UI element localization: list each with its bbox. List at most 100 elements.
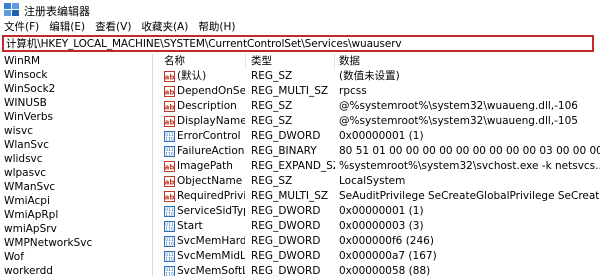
svg-text:ab: ab [165, 89, 175, 97]
menu-edit[interactable]: 编辑(E) [44, 20, 90, 34]
tree-item[interactable]: WMPNetworkSvc [4, 236, 92, 250]
table-row[interactable]: ab Description REG_SZ @%systemroot%\system3… [155, 99, 600, 114]
column-divider[interactable] [334, 54, 335, 69]
value-name: SvcMemSoftLi... [177, 265, 245, 276]
tree-item[interactable]: WlanSvc [4, 138, 49, 152]
tree-item[interactable]: wisvc [4, 124, 33, 138]
values-list-pane[interactable]: 名称 类型 数据 ab (默认) REG_SZ (数值未设置) ab DependOnSe… [155, 54, 600, 276]
svg-text:ab: ab [165, 179, 175, 187]
svg-text:ab: ab [165, 104, 175, 112]
tree-item[interactable]: WinRM [4, 54, 40, 68]
value-name: DisplayName [177, 115, 245, 127]
table-row[interactable]: 011110ServiceSidType REG_DWORD 0x00000001 … [155, 204, 600, 219]
string-value-icon: ab [164, 176, 175, 187]
string-value-icon: ab [164, 161, 175, 172]
svg-text:ab: ab [165, 119, 175, 127]
menu-help[interactable]: 帮助(H) [193, 20, 240, 34]
value-data: (数值未设置) [339, 70, 400, 82]
value-type: REG_SZ [251, 175, 293, 187]
table-row[interactable]: 011 110 Start REG_DWORD 0x00000003 (3) [155, 219, 600, 234]
table-row[interactable]: ab ImagePath REG_EXPAND_SZ %systemroot%\sys… [155, 159, 600, 174]
value-name: ImagePath [177, 160, 233, 172]
svg-text:ab: ab [165, 194, 175, 202]
address-bar[interactable]: 计算机\HKEY_LOCAL_MACHINE\SYSTEM\CurrentCon… [2, 35, 594, 52]
tree-item[interactable]: WManSvc [4, 180, 55, 194]
value-name: SvcMemMidLi... [177, 250, 245, 262]
registry-editor-icon [4, 3, 19, 16]
menu-favorites[interactable]: 收藏夹(A) [136, 20, 193, 34]
value-type: REG_BINARY [251, 145, 317, 157]
value-type: REG_MULTI_SZ [251, 190, 329, 202]
value-type: REG_DWORD [251, 220, 321, 232]
svg-text:110: 110 [165, 137, 174, 143]
string-value-icon: ab [164, 116, 175, 127]
tree-item[interactable]: WINUSB [4, 96, 47, 110]
value-data: 0x00000001 (1) [339, 205, 424, 217]
value-data: 0x000000f6 (246) [339, 235, 434, 247]
value-data: 0x000000a7 (167) [339, 250, 437, 262]
header-data[interactable]: 数据 [339, 55, 360, 68]
tree-item[interactable]: wmiApSrv [4, 222, 57, 236]
value-name: ObjectName [177, 175, 243, 187]
svg-text:ab: ab [165, 74, 175, 82]
address-path[interactable]: 计算机\HKEY_LOCAL_MACHINE\SYSTEM\CurrentCon… [6, 38, 402, 51]
value-type: REG_EXPAND_SZ [251, 160, 335, 172]
value-data: 0x00000001 (1) [339, 130, 424, 142]
svg-text:110: 110 [165, 227, 174, 233]
title-bar: 注册表编辑器 [0, 0, 600, 20]
tree-item[interactable]: Wof [4, 250, 24, 264]
value-name: SvcMemHardLi... [177, 235, 245, 247]
table-row[interactable]: 011 110 ErrorControl REG_DWORD 0x00000001 (1… [155, 129, 600, 144]
svg-text:110: 110 [165, 257, 174, 263]
value-data: @%systemroot%\system32\wuaueng.dll,-106 [339, 100, 578, 112]
value-name: ServiceSidType [177, 205, 245, 217]
tree-item[interactable]: WinSock2 [4, 82, 55, 96]
table-row[interactable]: ab (默认) REG_SZ (数值未设置) [155, 69, 600, 84]
menu-file[interactable]: 文件(F) [0, 20, 44, 34]
header-type[interactable]: 类型 [251, 55, 272, 68]
string-value-icon: ab [164, 101, 175, 112]
binary-value-icon: 011110 [164, 251, 175, 262]
binary-value-icon: 011110 [164, 221, 175, 232]
key-tree-pane[interactable]: WinRM Winsock WinSock2 WINUSB WinVerbs w… [0, 54, 153, 276]
svg-text:ab: ab [165, 164, 175, 172]
table-row[interactable]: 011110SvcMemMidLi... REG_DWORD 0x000000a7 … [155, 249, 600, 264]
value-data: 80 51 01 00 00 00 00 00 00 00 00 00 03 0… [339, 145, 600, 157]
binary-value-icon: 011110 [164, 131, 175, 142]
value-data: %systemroot%\system32\svchost.exe -k net… [339, 160, 600, 172]
menu-bar: 文件(F) 编辑(E) 查看(V) 收藏夹(A) 帮助(H) [0, 20, 600, 34]
value-name: Start [177, 220, 203, 232]
svg-text:110: 110 [165, 212, 174, 218]
binary-value-icon: 011110 [164, 146, 175, 157]
value-type: REG_SZ [251, 115, 293, 127]
list-header: 名称 类型 数据 [155, 54, 600, 69]
table-row[interactable]: abRequiredPrivile... REG_MULTI_SZ SeAuditP… [155, 189, 600, 204]
table-row[interactable]: ab ObjectName REG_SZ LocalSystem [155, 174, 600, 189]
value-data: @%systemroot%\system32\wuaueng.dll,-105 [339, 115, 578, 127]
table-row[interactable]: 011 110 FailureActions REG_BINARY 80 51 01 0… [155, 144, 600, 159]
value-data: 0x00000003 (3) [339, 220, 424, 232]
value-name: FailureActions [177, 145, 245, 157]
column-divider[interactable] [245, 54, 246, 69]
value-type: REG_DWORD [251, 265, 321, 276]
value-type: REG_SZ [251, 100, 293, 112]
tree-item[interactable]: WmiAcpi [4, 194, 50, 208]
svg-text:110: 110 [165, 152, 174, 158]
header-name[interactable]: 名称 [164, 55, 185, 68]
tree-item[interactable]: workerdd [4, 264, 53, 276]
value-name: ErrorControl [177, 130, 241, 142]
binary-value-icon: 011110 [164, 236, 175, 247]
tree-item[interactable]: Winsock [4, 68, 47, 82]
tree-item[interactable]: WmiApRpl [4, 208, 58, 222]
table-row[interactable]: 011110SvcMemSoftLi... REG_DWORD 0x00000058… [155, 264, 600, 276]
tree-item[interactable]: wlpasvc [4, 166, 46, 180]
tree-item[interactable]: wlidsvc [4, 152, 43, 166]
menu-view[interactable]: 查看(V) [90, 20, 136, 34]
value-data: rpcss [339, 85, 367, 97]
value-type: REG_DWORD [251, 205, 321, 217]
table-row[interactable]: ab DisplayName REG_SZ @%systemroot%\system3… [155, 114, 600, 129]
window-title: 注册表编辑器 [24, 5, 90, 18]
table-row[interactable]: abDependOnSer... REG_MULTI_SZ rpcss [155, 84, 600, 99]
table-row[interactable]: 011110SvcMemHardLi... REG_DWORD 0x000000f6… [155, 234, 600, 249]
tree-item[interactable]: WinVerbs [4, 110, 53, 124]
